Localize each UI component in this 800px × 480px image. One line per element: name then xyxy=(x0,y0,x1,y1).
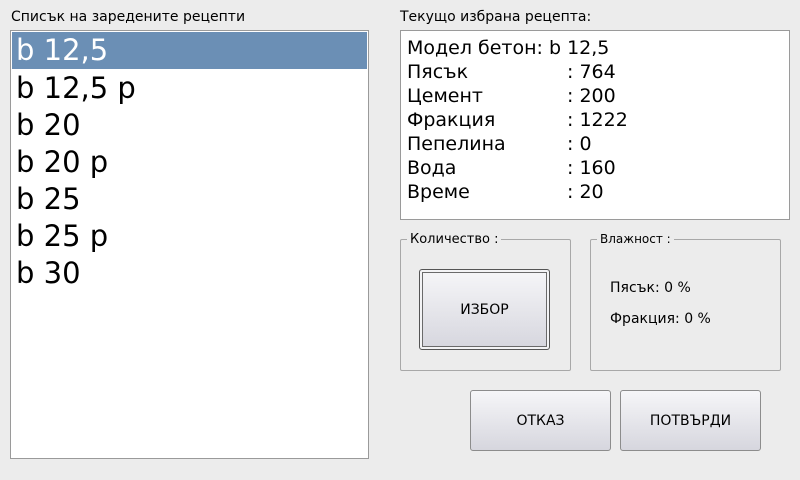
detail-row-fraction: Фракция : 1222 xyxy=(407,108,789,132)
humidity-fraction: Фракция: 0 % xyxy=(610,311,711,327)
select-button[interactable]: ИЗБОР xyxy=(419,269,550,350)
detail-value: : 20 xyxy=(567,181,604,203)
detail-value: : 200 xyxy=(567,85,616,107)
detail-label: Пепелина xyxy=(407,133,506,155)
detail-label: Пясък xyxy=(407,61,469,83)
detail-value: : 764 xyxy=(567,61,616,83)
detail-row-cement: Цемент : 200 xyxy=(407,84,789,108)
quantity-group-legend: Количество : xyxy=(407,232,502,247)
detail-row-water: Вода : 160 xyxy=(407,156,789,180)
cancel-button[interactable]: ОТКАЗ xyxy=(470,390,611,451)
detail-label: Цемент xyxy=(407,85,483,107)
recipe-item-b-25-p[interactable]: b 25 p xyxy=(11,218,368,255)
detail-value: : 1222 xyxy=(567,109,628,131)
selected-recipe-title: Текущо избрана рецепта: xyxy=(400,9,592,25)
detail-label: Време xyxy=(407,181,470,203)
detail-label: Фракция xyxy=(407,109,496,131)
detail-row-sand: Пясък : 764 xyxy=(407,60,789,84)
recipe-list-title: Списък на заредените рецепти xyxy=(11,9,246,25)
recipe-item-b-20-p[interactable]: b 20 p xyxy=(11,144,368,181)
confirm-button[interactable]: ПОТВЪРДИ xyxy=(620,390,761,451)
humidity-group-legend: Влажност : xyxy=(597,232,674,246)
detail-value: : 0 xyxy=(567,133,592,155)
detail-value: : 160 xyxy=(567,157,616,179)
recipe-item-b-12-5[interactable]: b 12,5 xyxy=(12,32,367,69)
recipe-list[interactable]: b 12,5 b 12,5 p b 20 b 20 p b 25 b 25 p … xyxy=(10,30,369,459)
recipe-item-b-20[interactable]: b 20 xyxy=(11,107,368,144)
detail-row-time: Време : 20 xyxy=(407,180,789,204)
concrete-model-line: Модел бетон: b 12,5 xyxy=(407,37,610,59)
detail-label: Вода xyxy=(407,157,457,179)
recipe-item-b-25[interactable]: b 25 xyxy=(11,181,368,218)
humidity-sand: Пясък: 0 % xyxy=(610,280,691,296)
detail-row-fly-ash: Пепелина : 0 xyxy=(407,132,789,156)
recipe-item-b-12-5-p[interactable]: b 12,5 p xyxy=(11,70,368,107)
selected-recipe-details: Модел бетон: b 12,5 Пясък : 764 Цемент : 2… xyxy=(400,30,790,220)
recipe-item-b-30[interactable]: b 30 xyxy=(11,255,368,292)
humidity-group: Влажност : Пясък: 0 % Фракция: 0 % xyxy=(590,232,781,371)
